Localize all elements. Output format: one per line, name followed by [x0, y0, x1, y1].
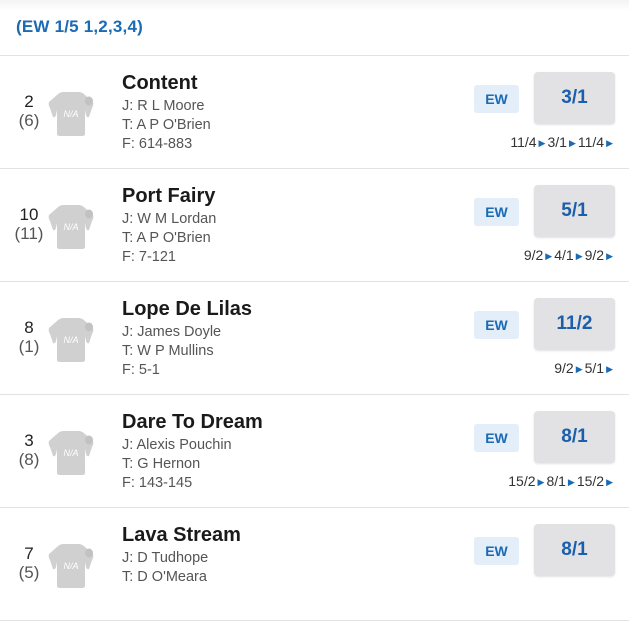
stall-draw: (6)	[18, 111, 40, 130]
horse-name[interactable]: Dare To Dream	[122, 411, 263, 433]
jockey-name: J: Alexis Pouchin	[122, 437, 232, 453]
odds-history: 9/2 ▶ 5/1 ▶	[554, 360, 615, 376]
jockey-name: J: R L Moore	[122, 98, 205, 114]
stall-draw: (11)	[14, 224, 44, 243]
triangle-right-icon: ▶	[606, 138, 613, 148]
runner-info: Dare To Dream J: Alexis Pouchin T: G Her…	[122, 411, 263, 493]
odds-history-price: 11/4	[577, 134, 605, 150]
odds-history-price: 11/4	[510, 134, 537, 150]
jockey-name: J: James Doyle	[122, 324, 222, 340]
triangle-right-icon: ▶	[606, 251, 613, 261]
odds-history-price: 9/2	[523, 247, 544, 263]
odds-history-price: 9/2	[584, 247, 605, 263]
runner-info: Port Fairy J: W M Lordan T: A P O'Brien …	[122, 185, 216, 267]
runner-row: 10 (11) N/A Port Fairy J: W M Lordan T: …	[0, 169, 629, 282]
jockey-silk-icon: N/A	[48, 205, 94, 249]
runner-row: 3 (8) N/A Dare To Dream J: Alexis Pouchi…	[0, 395, 629, 508]
runner-form: F: 614-883	[122, 136, 193, 152]
runner-form: F: 5-1	[122, 362, 160, 378]
triangle-right-icon: ▶	[606, 477, 613, 487]
jockey-silk-icon: N/A	[48, 544, 94, 588]
runner-number: 8	[24, 318, 34, 337]
jockey-name: J: D Tudhope	[122, 550, 209, 566]
runner-row: 2 (6) N/A Content J: R L Moore T: A P O'…	[0, 56, 629, 169]
odds-history-price: 15/2	[508, 473, 536, 489]
each-way-terms: (EW 1/5 1,2,3,4)	[16, 17, 143, 36]
saddle-cloth: 3 (8)	[10, 431, 48, 469]
odds-button[interactable]: 5/1	[534, 185, 615, 237]
jockey-name: J: W M Lordan	[122, 211, 217, 227]
stall-draw: (8)	[18, 450, 40, 469]
trainer-name: T: G Hernon	[122, 456, 201, 472]
triangle-right-icon: ▶	[538, 138, 546, 148]
odds-button[interactable]: 11/2	[534, 298, 615, 350]
saddle-cloth: 10 (11)	[10, 205, 48, 243]
horse-name[interactable]: Lope De Lilas	[122, 298, 252, 320]
odds-history: 15/2 ▶ 8/1 ▶ 15/2 ▶	[508, 473, 615, 489]
triangle-right-icon: ▶	[567, 477, 575, 487]
trainer-name: T: A P O'Brien	[122, 230, 211, 246]
runner-number: 10	[19, 205, 39, 224]
saddle-cloth: 8 (1)	[10, 318, 48, 356]
odds-button[interactable]: 3/1	[534, 72, 615, 124]
runner-info: Lava Stream J: D Tudhope T: D O'Meara	[122, 524, 241, 587]
jockey-silk-icon: N/A	[48, 431, 94, 475]
odds-history-price: 5/1	[584, 360, 605, 376]
odds-history-price: 9/2	[554, 360, 574, 376]
trainer-name: T: A P O'Brien	[122, 117, 211, 133]
runner-info: Content J: R L Moore T: A P O'Brien F: 6…	[122, 72, 211, 154]
horse-name[interactable]: Port Fairy	[122, 185, 216, 207]
runner-form: F: 7-121	[122, 249, 176, 265]
silk-label: N/A	[63, 561, 78, 571]
runner-info: Lope De Lilas J: James Doyle T: W P Mull…	[122, 298, 252, 380]
jockey-silk-icon: N/A	[48, 92, 94, 136]
runner-number: 2	[24, 92, 34, 111]
runner-form: F: 143-145	[122, 475, 193, 491]
odds-history-price: 15/2	[576, 473, 605, 489]
trainer-name: T: W P Mullins	[122, 343, 214, 359]
runner-list: 2 (6) N/A Content J: R L Moore T: A P O'…	[0, 56, 629, 621]
runner-number: 7	[24, 544, 34, 563]
each-way-badge[interactable]: EW	[474, 311, 519, 339]
odds-history-price: 8/1	[546, 473, 566, 489]
triangle-right-icon: ▶	[545, 251, 553, 261]
runner-row: 7 (5) N/A Lava Stream J: D Tudhope T: D …	[0, 508, 629, 621]
triangle-right-icon: ▶	[568, 138, 576, 148]
odds-history: 11/4 ▶ 3/1 ▶ 11/4 ▶	[510, 134, 615, 150]
each-way-badge[interactable]: EW	[474, 198, 519, 226]
odds-button[interactable]: 8/1	[534, 524, 615, 576]
runner-number: 3	[24, 431, 34, 450]
horse-name[interactable]: Lava Stream	[122, 524, 241, 546]
triangle-right-icon: ▶	[537, 477, 545, 487]
each-way-badge[interactable]: EW	[474, 537, 519, 565]
odds-history-price: 3/1	[547, 134, 567, 150]
silk-label: N/A	[63, 222, 78, 232]
each-way-badge[interactable]: EW	[474, 424, 519, 452]
stall-draw: (5)	[18, 563, 40, 582]
odds-button[interactable]: 8/1	[534, 411, 615, 463]
saddle-cloth: 2 (6)	[10, 92, 48, 130]
odds-history-price: 4/1	[554, 247, 574, 263]
silk-label: N/A	[63, 335, 78, 345]
odds-history: 9/2 ▶ 4/1 ▶ 9/2 ▶	[524, 247, 615, 263]
race-header: (EW 1/5 1,2,3,4)	[0, 0, 629, 56]
triangle-right-icon: ▶	[606, 364, 613, 374]
horse-name[interactable]: Content	[122, 72, 211, 94]
triangle-right-icon: ▶	[575, 251, 583, 261]
triangle-right-icon: ▶	[575, 364, 583, 374]
saddle-cloth: 7 (5)	[10, 544, 48, 582]
silk-label: N/A	[63, 109, 78, 119]
runner-row: 8 (1) N/A Lope De Lilas J: James Doyle T…	[0, 282, 629, 395]
trainer-name: T: D O'Meara	[122, 569, 207, 585]
jockey-silk-icon: N/A	[48, 318, 94, 362]
stall-draw: (1)	[18, 337, 40, 356]
each-way-badge[interactable]: EW	[474, 85, 519, 113]
silk-label: N/A	[63, 448, 78, 458]
